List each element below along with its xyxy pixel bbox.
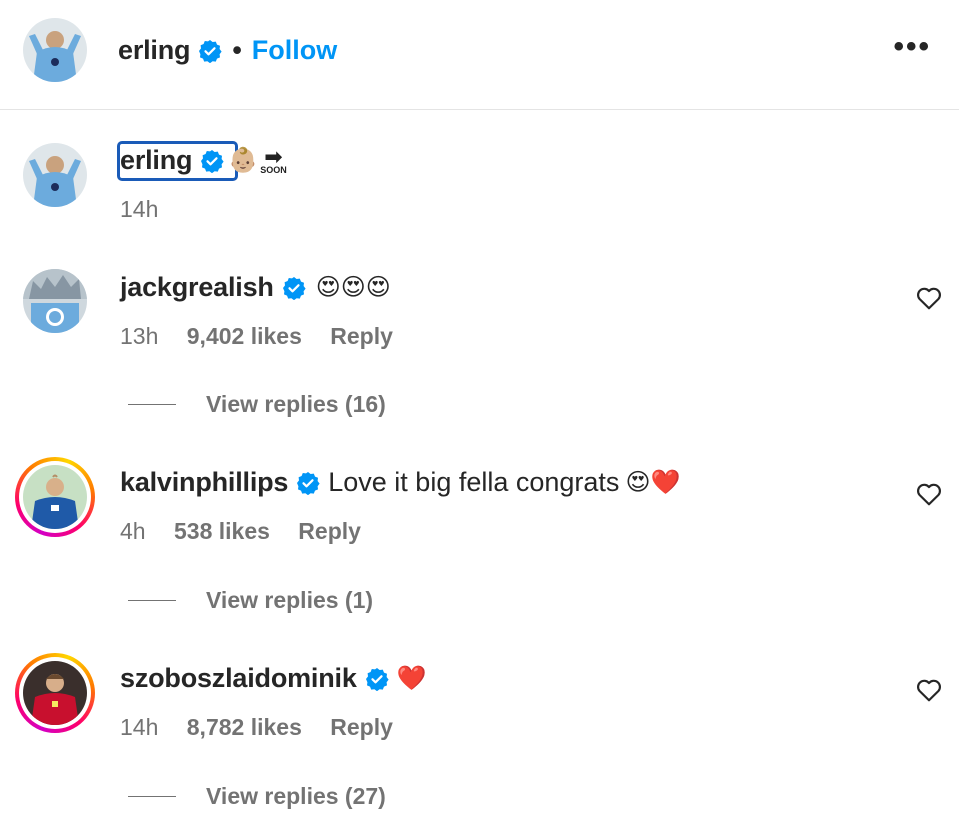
story-ring-inner <box>19 461 91 533</box>
verified-badge-icon <box>200 149 224 173</box>
verified-badge-icon <box>296 471 320 495</box>
comment-emoji: ❤️ <box>396 665 427 692</box>
caption-time: 14h <box>120 196 159 222</box>
caption-avatar[interactable] <box>23 143 87 207</box>
reply-button[interactable]: Reply <box>330 323 393 349</box>
comment-text: Love it big fella congrats <box>328 467 620 497</box>
post-header: erling • Follow ••• <box>0 0 959 110</box>
comment-time: 14h <box>120 714 159 740</box>
verified-badge-icon <box>365 667 389 691</box>
user-avatar-image <box>23 661 87 725</box>
comment-username[interactable]: szoboszlaidominik <box>120 663 357 694</box>
story-ring-inner <box>19 657 91 729</box>
reply-button[interactable]: Reply <box>330 714 393 740</box>
reply-button[interactable]: Reply <box>298 518 361 544</box>
player-avatar-image <box>23 143 87 207</box>
comment-meta: 13h 9,402 likes Reply <box>120 323 415 350</box>
story-ring[interactable] <box>15 653 95 733</box>
caption-meta: 14h <box>120 196 180 223</box>
view-replies-label: View replies (16) <box>206 391 386 417</box>
comment-avatar <box>23 465 87 529</box>
soon-word: SOON <box>260 165 287 175</box>
view-replies-dash <box>128 403 176 406</box>
likes-count[interactable]: 8,782 likes <box>187 714 302 740</box>
comment-username[interactable]: kalvinphillips <box>120 467 288 498</box>
comment-emoji: 😍❤️ <box>625 469 681 496</box>
view-replies-label: View replies (27) <box>206 783 386 809</box>
heart-outline-icon[interactable] <box>916 286 942 310</box>
baby-emoji: 👶🏼 <box>228 147 259 174</box>
comment-line: jackgrealish 😍😍😍 <box>120 272 391 303</box>
view-replies-button[interactable]: View replies (27) <box>128 783 386 810</box>
comment-time: 4h <box>120 518 146 544</box>
heart-outline-icon[interactable] <box>916 482 942 506</box>
soon-arrow-icon: ➡ SOON <box>260 146 287 175</box>
more-options-icon[interactable]: ••• <box>893 30 931 64</box>
view-replies-label: View replies (1) <box>206 587 374 613</box>
separator-dot: • <box>232 35 242 65</box>
comment-avatar[interactable] <box>23 269 87 333</box>
caption-line: erling 👶🏼 ➡ SOON <box>120 145 287 176</box>
header-username[interactable]: erling <box>118 35 191 66</box>
comment-meta: 14h 8,782 likes Reply <box>120 714 415 741</box>
likes-count[interactable]: 538 likes <box>174 518 270 544</box>
comment-avatar <box>23 661 87 725</box>
comment-line: kalvinphillips Love it big fella congrat… <box>120 467 680 498</box>
view-replies-dash <box>128 599 176 602</box>
likes-count[interactable]: 9,402 likes <box>187 323 302 349</box>
comment-meta: 4h 538 likes Reply <box>120 518 383 545</box>
verified-badge-icon <box>198 39 222 63</box>
heart-outline-icon[interactable] <box>916 678 942 702</box>
view-replies-button[interactable]: View replies (16) <box>128 391 386 418</box>
comment-time: 13h <box>120 323 159 349</box>
comment-line: szoboszlaidominik ❤️ <box>120 663 427 694</box>
header-avatar[interactable] <box>23 18 87 82</box>
verified-badge-icon <box>282 276 306 300</box>
caption-username[interactable]: erling <box>120 145 193 176</box>
header-user-line: erling • Follow <box>118 35 337 66</box>
user-avatar-image <box>23 465 87 529</box>
user-avatar-image <box>23 269 87 333</box>
player-avatar-image <box>23 18 87 82</box>
view-replies-dash <box>128 795 176 798</box>
comment-username[interactable]: jackgrealish <box>120 272 274 303</box>
view-replies-button[interactable]: View replies (1) <box>128 587 373 614</box>
comment-emoji: 😍😍😍 <box>315 274 391 301</box>
follow-button[interactable]: Follow <box>252 35 337 66</box>
story-ring[interactable] <box>15 457 95 537</box>
